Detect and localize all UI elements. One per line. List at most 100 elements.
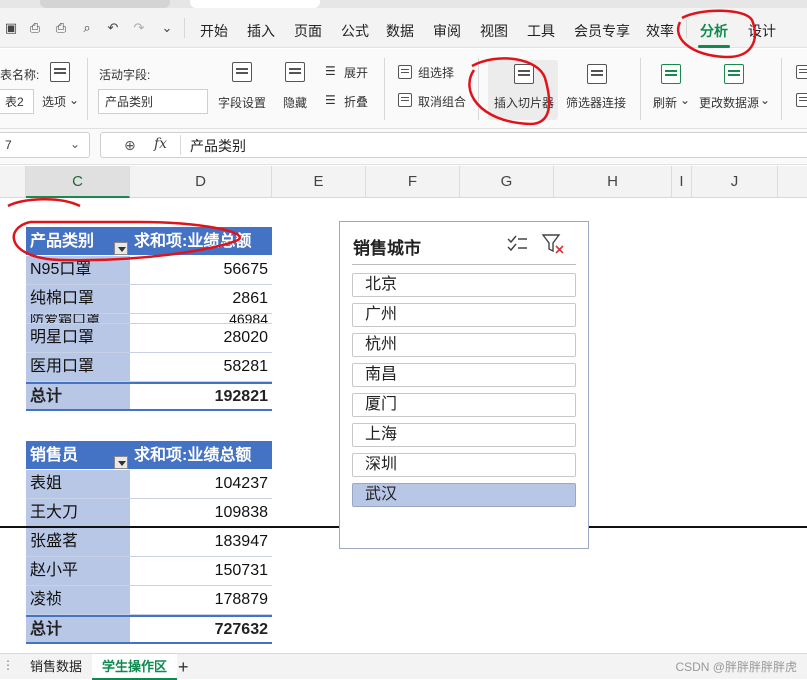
table-row[interactable]: 纯棉口罩 2861 (26, 285, 272, 314)
slicer-item[interactable]: 深圳 (352, 453, 576, 477)
table-row[interactable]: 赵小平 150731 (26, 557, 272, 586)
menu-formulas[interactable]: 公式 (341, 21, 369, 41)
menu-page[interactable]: 页面 (294, 21, 322, 41)
column-header-j[interactable]: J (692, 166, 778, 198)
table-row-collapsed[interactable]: 防爱霜口罩 46984 (26, 314, 272, 324)
slicer-icon[interactable] (514, 64, 534, 84)
print-icon[interactable]: ⎙ (54, 21, 68, 35)
slicer-item[interactable]: 厦门 (352, 393, 576, 417)
table-row[interactable]: 明星口罩 28020 (26, 324, 272, 353)
hide-icon[interactable] (285, 62, 305, 82)
active-field-input[interactable]: 产品类别 (98, 89, 208, 114)
slicer-item[interactable]: 杭州 (352, 333, 576, 357)
menu-home[interactable]: 开始 (200, 21, 228, 41)
refresh-icon[interactable] (661, 64, 681, 84)
column-header-c[interactable]: C (26, 166, 130, 198)
slicer-item[interactable]: 上海 (352, 423, 576, 447)
menu-review[interactable]: 审阅 (433, 21, 461, 41)
table-row[interactable]: N95口罩 56675 (26, 256, 272, 285)
pivot-row-field-header[interactable]: 销售员 (30, 441, 78, 470)
table-row[interactable]: 表姐 104237 (26, 470, 272, 499)
change-source-button[interactable]: 更改数据源 (699, 94, 759, 111)
slicer-item[interactable]: 北京 (352, 273, 576, 297)
menu-tools[interactable]: 工具 (527, 21, 555, 41)
chevron-down-icon[interactable]: ⌄ (760, 93, 770, 107)
table-row[interactable]: 医用口罩 58281 (26, 353, 272, 382)
menu-design[interactable]: 设计 (748, 21, 776, 41)
menu-member[interactable]: 会员专享 (574, 21, 630, 41)
slicer-item[interactable]: 南昌 (352, 363, 576, 387)
pivot-value-header[interactable]: 求和项:业绩总额 (134, 441, 251, 470)
document-tab-active[interactable] (190, 0, 320, 8)
pivot-header-row: 产品类别 求和项:业绩总额 (26, 227, 272, 256)
menu-analysis[interactable]: 分析 (700, 21, 728, 41)
total-value: 192821 (214, 388, 268, 405)
collapse-icon[interactable]: ☰ (325, 93, 336, 107)
group-selection-button[interactable]: 组选择 (418, 64, 454, 81)
table-name-label: 表名称: (0, 68, 40, 82)
preview-icon[interactable]: ⌕ (80, 21, 94, 35)
zoom-icon[interactable]: ⊕ (124, 137, 136, 154)
more-icon[interactable] (796, 93, 807, 107)
slicer-item-selected[interactable]: 武汉 (352, 483, 576, 507)
sheet-tab-active[interactable]: 学生操作区 (92, 654, 178, 680)
save-icon[interactable]: ▣ (4, 21, 18, 35)
column-header-f[interactable]: F (366, 166, 460, 198)
options-button[interactable]: 选项 (42, 93, 66, 110)
chevron-down-icon[interactable]: ⌄ (70, 137, 80, 151)
table-row[interactable]: 张盛茗 183947 (26, 528, 272, 557)
undo-icon[interactable]: ↶ (106, 21, 120, 35)
chevron-down-icon[interactable]: ⌄ (680, 93, 690, 107)
column-header-d[interactable]: D (130, 166, 272, 198)
menu-view[interactable]: 视图 (480, 21, 508, 41)
expand-button[interactable]: 展开 (344, 64, 368, 81)
expand-icon[interactable]: ☰ (325, 64, 336, 78)
table-row[interactable]: 凌祯 178879 (26, 586, 272, 615)
filter-connections-button[interactable]: 筛选器连接 (566, 94, 626, 111)
menu-efficiency[interactable]: 效率 (646, 21, 674, 41)
column-header-e[interactable]: E (272, 166, 366, 198)
group-selection-icon[interactable] (398, 65, 412, 79)
multi-select-icon[interactable] (506, 234, 528, 254)
formula-content[interactable]: 产品类别 (190, 136, 246, 156)
ungroup-icon[interactable] (398, 93, 412, 107)
more-icon[interactable] (796, 65, 807, 79)
menu-insert[interactable]: 插入 (247, 21, 275, 41)
filter-dropdown-icon[interactable] (114, 242, 128, 255)
refresh-button[interactable]: 刷新 (653, 94, 677, 111)
column-header-b[interactable] (0, 166, 26, 198)
print-preview-icon[interactable]: ⎙ (28, 21, 42, 35)
column-header-i[interactable]: I (672, 166, 692, 198)
pivot-value-header[interactable]: 求和项:业绩总额 (134, 227, 251, 256)
table-name-input[interactable]: 表2 (0, 89, 34, 114)
field-settings-icon[interactable] (232, 62, 252, 82)
filter-connections-icon[interactable] (587, 64, 607, 84)
menu-data[interactable]: 数据 (386, 21, 414, 41)
pivot-table-icon[interactable] (50, 62, 70, 82)
column-header-h[interactable]: H (554, 166, 672, 198)
slicer-item[interactable]: 广州 (352, 303, 576, 327)
collapse-button[interactable]: 折叠 (344, 93, 368, 110)
field-settings-button[interactable]: 字段设置 (218, 94, 266, 111)
ungroup-button[interactable]: 取消组合 (418, 93, 466, 110)
clear-filter-icon[interactable] (541, 233, 565, 255)
hide-button[interactable]: 隐藏 (283, 94, 307, 111)
sheet-tab[interactable]: 销售数据 (20, 654, 92, 680)
change-source-icon[interactable] (724, 64, 744, 84)
tab-scroll-icon[interactable]: ⋮ (2, 658, 14, 672)
menu-bar: ▣ ⎙ ⎙ ⌕ ↶ ↷ ⌄ 开始 插入 页面 公式 数据 审阅 视图 工具 会员… (0, 8, 807, 48)
filter-dropdown-icon[interactable] (114, 456, 128, 469)
table-row[interactable]: 王大刀 109838 (26, 499, 272, 528)
pivot-row-field-header[interactable]: 产品类别 (30, 227, 94, 256)
chevron-down-icon[interactable]: ⌄ (160, 21, 174, 35)
pivot-total-row[interactable]: 总计 192821 (26, 382, 272, 411)
column-header-g[interactable]: G (460, 166, 554, 198)
slicer-sales-city[interactable]: 销售城市 北京 广州 杭州 南昌 厦门 上海 深圳 武汉 (339, 221, 589, 549)
chevron-down-icon[interactable]: ⌄ (69, 93, 79, 107)
fx-icon[interactable]: fx (154, 136, 167, 152)
add-sheet-icon[interactable]: + (178, 654, 189, 680)
document-tab[interactable] (40, 0, 170, 8)
pivot-total-row[interactable]: 总计 727632 (26, 615, 272, 644)
insert-slicer-button[interactable]: 插入切片器 (494, 94, 554, 111)
redo-icon[interactable]: ↷ (132, 21, 146, 35)
